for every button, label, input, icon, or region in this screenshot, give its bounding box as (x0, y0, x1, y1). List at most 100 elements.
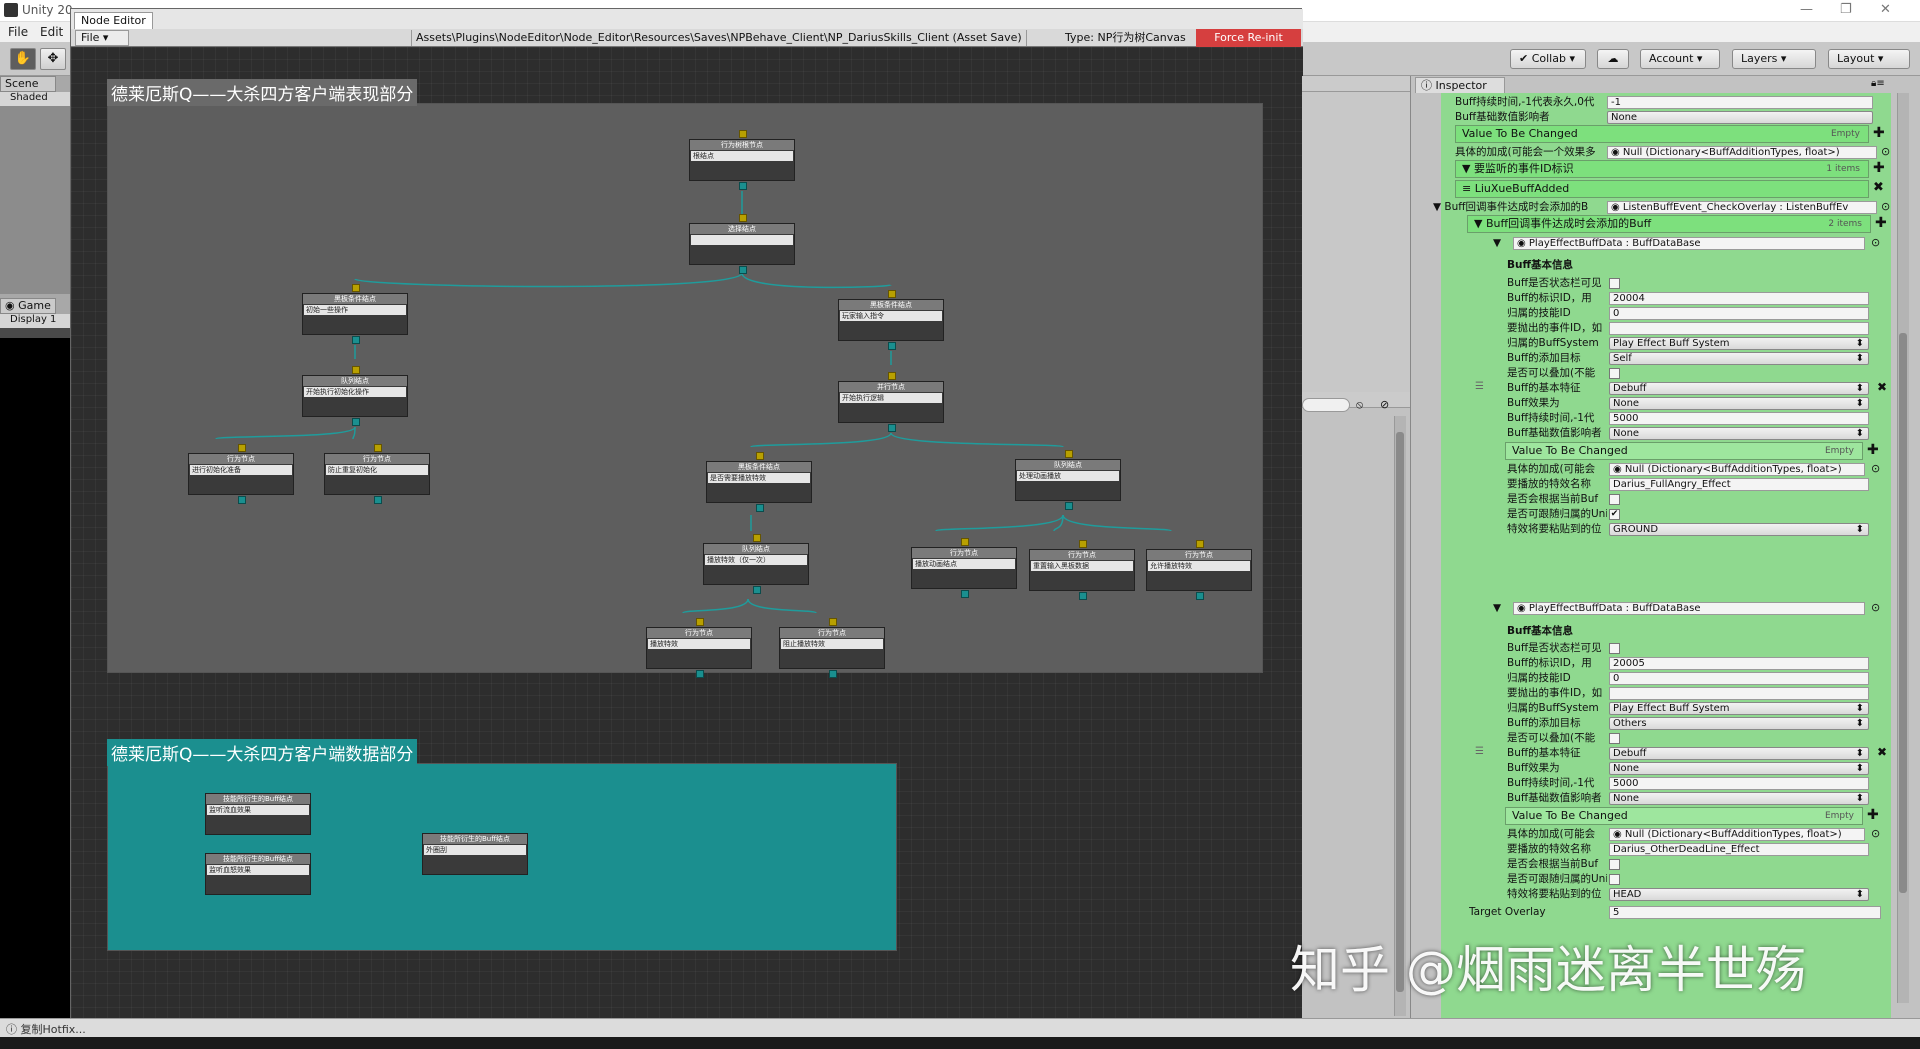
visible-checkbox[interactable] (1609, 278, 1620, 289)
node-selector[interactable]: 选择结点 (689, 214, 795, 274)
input-pin[interactable] (1079, 540, 1087, 548)
input-pin[interactable] (1065, 450, 1073, 458)
maximize-icon[interactable]: ❐ (1840, 2, 1852, 17)
buff-system-dropdown[interactable]: Play Effect Buff System ⬍ (1609, 337, 1869, 350)
close-icon[interactable]: ✕ (1880, 2, 1891, 17)
cloud-icon[interactable]: ☁ (1597, 49, 1629, 69)
output-pin[interactable] (1196, 592, 1204, 600)
project-search-input[interactable] (1302, 398, 1350, 412)
output-pin[interactable] (352, 336, 360, 344)
effect-name-input[interactable]: Darius_OtherDeadLine_Effect (1609, 843, 1869, 856)
account-button[interactable]: Account ▾ (1640, 49, 1720, 69)
buff-list-header[interactable]: ▼ Buff回调事件达成时会添加的Buff 2 items (1467, 215, 1871, 233)
follow-unit-checkbox[interactable] (1609, 874, 1620, 885)
display-dropdown[interactable]: Display 1 (0, 314, 70, 328)
project-scroll-thumb[interactable] (1396, 432, 1404, 992)
event-id-list-header[interactable]: ▼ 要监听的事件ID标识 1 items (1455, 160, 1869, 178)
input-pin[interactable] (352, 284, 360, 292)
layers-button[interactable]: Layers ▾ (1732, 49, 1816, 69)
inspector-scroll-thumb[interactable] (1899, 333, 1907, 893)
add-icon[interactable]: ✚ (1867, 442, 1879, 458)
node-blackboard-input[interactable]: 黑板条件结点 玩家输入指令 (838, 290, 944, 350)
collab-button[interactable]: ✔ Collab ▾ (1510, 49, 1586, 69)
drag-handle-icon[interactable]: ☰ (1475, 746, 1484, 757)
foldout-icon[interactable]: ▼ (1493, 601, 1513, 616)
input-pin[interactable] (888, 372, 896, 380)
buff-id-input[interactable]: 20005 (1609, 657, 1869, 670)
input-pin[interactable] (888, 290, 896, 298)
effect-dropdown[interactable]: None ⬍ (1609, 397, 1869, 410)
input-pin[interactable] (374, 444, 382, 452)
output-pin[interactable] (829, 670, 837, 678)
by-layer-checkbox[interactable] (1609, 494, 1620, 505)
add-icon[interactable]: ✚ (1875, 215, 1887, 231)
move-tool-icon[interactable]: ✥ (40, 48, 66, 70)
node-canvas[interactable]: 德莱厄斯Q——大杀四方客户端表现部分 德莱厄斯Q——大杀四方客户端数据部分 行为… (71, 47, 1303, 1033)
buff-influencer-dropdown[interactable]: None ⬍ (1609, 792, 1869, 805)
buff-system-dropdown[interactable]: Play Effect Buff System ⬍ (1609, 702, 1869, 715)
node-parallel[interactable]: 并行节点 开始执行逻辑 (838, 372, 944, 432)
scene-view[interactable] (0, 106, 70, 294)
node-action-block-effect[interactable]: 行为节点 阻止播放特效 (779, 618, 885, 678)
remove-icon[interactable]: ✖ (1877, 380, 1887, 394)
target-icon[interactable]: ⊙ (1871, 601, 1880, 614)
addition-object-field[interactable]: ◉ Null (Dictionary<BuffAdditionTypes, fl… (1609, 463, 1865, 476)
output-pin[interactable] (352, 418, 360, 426)
node-action-play-effect[interactable]: 行为节点 播放特效 (646, 618, 752, 678)
buff-duration-input[interactable]: 5000 (1609, 777, 1869, 790)
element-0-object-field[interactable]: ◉ PlayEffectBuffData : BuffDataBase (1513, 237, 1865, 250)
add-target-dropdown[interactable]: Self ⬍ (1609, 352, 1869, 365)
input-pin[interactable] (696, 618, 704, 626)
node-sequence-anim[interactable]: 队列结点 处理动画播放 (1015, 450, 1121, 510)
output-pin[interactable] (753, 586, 761, 594)
add-icon[interactable]: ✚ (1873, 160, 1885, 176)
node-sequence-init[interactable]: 队列结点 开始执行初始化操作 (302, 366, 408, 426)
follow-unit-checkbox[interactable]: ✔ (1609, 509, 1620, 520)
by-layer-checkbox[interactable] (1609, 859, 1620, 870)
game-view[interactable] (0, 338, 70, 1018)
drag-handle-icon[interactable]: ☰ (1475, 381, 1484, 392)
node-blackboard-effect[interactable]: 黑板条件结点 是否需要播放特效 (706, 452, 812, 512)
output-pin[interactable] (1065, 502, 1073, 510)
addition-object-field[interactable]: ◉ Null (Dictionary<BuffAdditionTypes, fl… (1607, 146, 1877, 159)
add-icon[interactable]: ✚ (1867, 807, 1879, 823)
node-action-prepare[interactable]: 行为节点 进行初始化准备 (188, 444, 294, 504)
tab-node-editor[interactable]: Node Editor (74, 12, 153, 29)
output-pin[interactable] (238, 496, 246, 504)
node-sequence-effect-once[interactable]: 队列结点 播放特效（仅一次） (703, 534, 809, 594)
event-list-item[interactable]: ≡ LiuXueBuffAdded (1455, 180, 1869, 198)
input-pin[interactable] (1196, 540, 1204, 548)
value-to-be-changed-bar[interactable]: Value To Be Changed Empty (1455, 125, 1869, 143)
menu-edit[interactable]: Edit (40, 25, 63, 39)
layout-button[interactable]: Layout ▾ (1828, 49, 1910, 69)
node-blackboard-init[interactable]: 黑板条件结点 初始一些操作 (302, 284, 408, 344)
force-reinit-button[interactable]: Force Re-init (1196, 29, 1301, 47)
shaded-dropdown[interactable]: Shaded (0, 92, 70, 106)
input-pin[interactable] (352, 366, 360, 374)
addition-object-field[interactable]: ◉ Null (Dictionary<BuffAdditionTypes, fl… (1609, 828, 1865, 841)
buff-id-input[interactable]: 20004 (1609, 292, 1869, 305)
attach-pos-dropdown[interactable]: GROUND ⬍ (1609, 523, 1869, 536)
skill-id-input[interactable]: 0 (1609, 307, 1869, 320)
input-pin[interactable] (756, 452, 764, 460)
visible-checkbox[interactable] (1609, 643, 1620, 654)
tag-icon[interactable]: ⊘ (1380, 398, 1389, 411)
target-icon[interactable]: ⊙ (1871, 462, 1880, 475)
output-pin[interactable] (961, 590, 969, 598)
input-pin[interactable] (739, 214, 747, 222)
input-pin[interactable] (961, 538, 969, 546)
hierarchy-panel[interactable] (1302, 92, 1410, 392)
feature-dropdown[interactable]: Debuff ⬍ (1609, 747, 1869, 760)
effect-name-input[interactable]: Darius_FullAngry_Effect (1609, 478, 1869, 491)
buff-duration-input[interactable]: 5000 (1609, 412, 1869, 425)
input-pin[interactable] (753, 534, 761, 542)
filter-icon[interactable]: ⦸ (1356, 398, 1363, 412)
event-id-input[interactable] (1609, 322, 1869, 335)
event-id-input[interactable] (1609, 687, 1869, 700)
node-action-prevent-reinit[interactable]: 行为节点 防止重复初始化 (324, 444, 430, 504)
node-action-reset-input[interactable]: 行为节点 重置输入黑板数据 (1029, 540, 1135, 600)
node-buff-outer[interactable]: 技能所衍生的Buff结点 外圈刮 (422, 833, 528, 875)
duration-input[interactable]: -1 (1607, 96, 1873, 109)
add-target-dropdown[interactable]: Others ⬍ (1609, 717, 1869, 730)
input-pin[interactable] (238, 444, 246, 452)
